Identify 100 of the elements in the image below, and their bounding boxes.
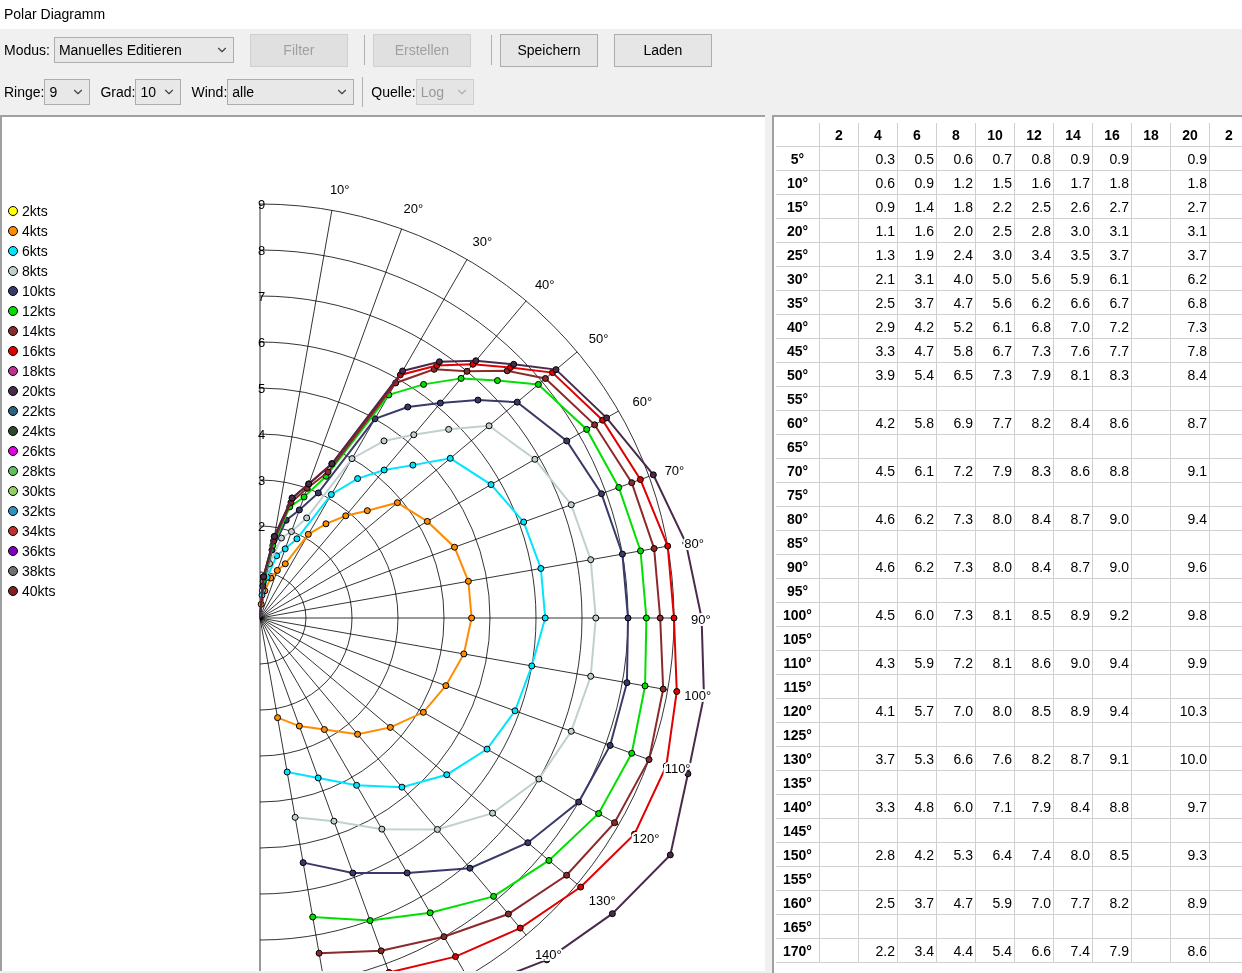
table-cell: 3.0 [992,247,1012,263]
row-header: 140° [776,795,820,818]
table-cell: 7.7 [1070,895,1090,911]
table-cell: 7.7 [1109,343,1129,359]
row-header: 50° [776,363,820,386]
legend-label: 28kts [22,461,56,481]
table-cell: 5.4 [914,367,934,383]
table-cell: 8.3 [1109,367,1129,383]
table-cell: 5.3 [914,751,934,767]
column-header: 12 [1026,127,1042,143]
row-header: 145° [776,819,820,842]
angle-label: 10° [329,181,350,197]
row-header: 20° [776,219,820,242]
legend-label: 14kts [22,321,56,341]
table-cell: 9.9 [1187,655,1207,671]
table-cell: 2.8 [875,847,895,863]
table-cell: 4.4 [953,943,973,959]
table-cell: 8.7 [1070,511,1090,527]
table-cell: 4.1 [875,703,895,719]
table-cell: 4.2 [914,319,934,335]
table-cell: 8.7 [1070,751,1090,767]
column-header: 16 [1104,127,1120,143]
row-header: 85° [776,531,820,554]
table-cell: 8.6 [1109,415,1129,431]
ring-label: 3 [258,473,266,488]
table-cell: 0.9 [1187,151,1207,167]
table-cell: 8.9 [1070,703,1090,719]
table-cell: 1.4 [914,199,934,215]
table-cell: 8.6 [1187,943,1207,959]
table-cell: 5.6 [992,295,1012,311]
row-header: 10° [776,171,820,194]
table-cell: 7.0 [953,703,973,719]
table-cell: 6.8 [1031,319,1051,335]
table-cell: 0.9 [1070,151,1090,167]
table-cell: 8.4 [1070,415,1090,431]
table-cell: 7.2 [1109,319,1129,335]
column-header: 18 [1143,127,1159,143]
ring-label: 6 [258,335,266,350]
column-header: 20 [1182,127,1198,143]
table-cell: 9.6 [1187,559,1207,575]
toolbar-button[interactable]: Laden [613,33,712,67]
legend-label: 26kts [22,441,56,461]
column-header: 2 [835,127,843,143]
table-cell: 5.8 [914,415,934,431]
table-cell: 9.3 [1187,847,1207,863]
legend-label: 4kts [22,221,48,241]
table-cell: 0.9 [875,199,895,215]
table-cell: 8.5 [1031,607,1051,623]
table-cell: 8.9 [1070,607,1090,623]
table-cell: 1.2 [953,175,973,191]
dropdown[interactable]: Manuelles Editieren [53,37,234,63]
row-header: 55° [776,387,820,410]
table-cell: 6.0 [953,799,973,815]
dropdown[interactable]: 9 [44,79,91,105]
table-cell: 7.9 [992,463,1012,479]
table-cell: 3.3 [875,799,895,815]
toolbar-button[interactable]: Speichern [499,33,598,67]
table-cell: 5.8 [953,343,973,359]
table-cell: 0.9 [1109,151,1129,167]
table-cell: 6.7 [1109,295,1129,311]
table-cell: 7.3 [1187,319,1207,335]
table-cell: 5.2 [953,319,973,335]
table-cell: 7.7 [992,415,1012,431]
table-cell: 4.2 [914,847,934,863]
table-cell: 8.1 [1070,367,1090,383]
table-cell: 8.4 [1070,799,1090,815]
table-cell: 8.9 [1187,895,1207,911]
table-cell: 6.7 [992,343,1012,359]
legend-label: 30kts [22,481,56,501]
row-header: 95° [776,579,820,602]
table-cell: 1.6 [1031,175,1051,191]
table-cell: 3.4 [914,943,934,959]
table-cell: 3.3 [875,343,895,359]
table-cell: 2.2 [875,943,895,959]
dropdown[interactable]: alle [227,79,355,105]
column-header: 2 [1225,127,1233,143]
column-header: 8 [952,127,960,143]
table-cell: 7.6 [992,751,1012,767]
filter-label: Quelle: [371,82,416,102]
table-cell: 6.6 [1070,295,1090,311]
table-cell: 7.2 [953,655,973,671]
dropdown[interactable]: 10 [135,79,182,105]
row-header: 75° [776,483,820,506]
table-cell: 4.3 [875,655,895,671]
table-cell: 6.4 [992,847,1012,863]
angle-label: 130° [588,892,616,908]
table-cell: 3.7 [1109,247,1129,263]
table-cell: 2.5 [875,895,895,911]
table-cell: 3.1 [1187,223,1207,239]
table-cell: 4.2 [875,415,895,431]
table-cell: 8.7 [1070,559,1090,575]
column-header: 10 [987,127,1003,143]
table-cell: 3.5 [1070,247,1090,263]
column-header: 4 [874,127,882,143]
table-cell: 7.3 [992,367,1012,383]
window-title: Polar Diagramm [0,0,1242,29]
table-cell: 9.4 [1109,703,1129,719]
table-cell: 1.1 [875,223,895,239]
table-cell: 5.7 [914,703,934,719]
table-cell: 7.9 [1109,943,1129,959]
